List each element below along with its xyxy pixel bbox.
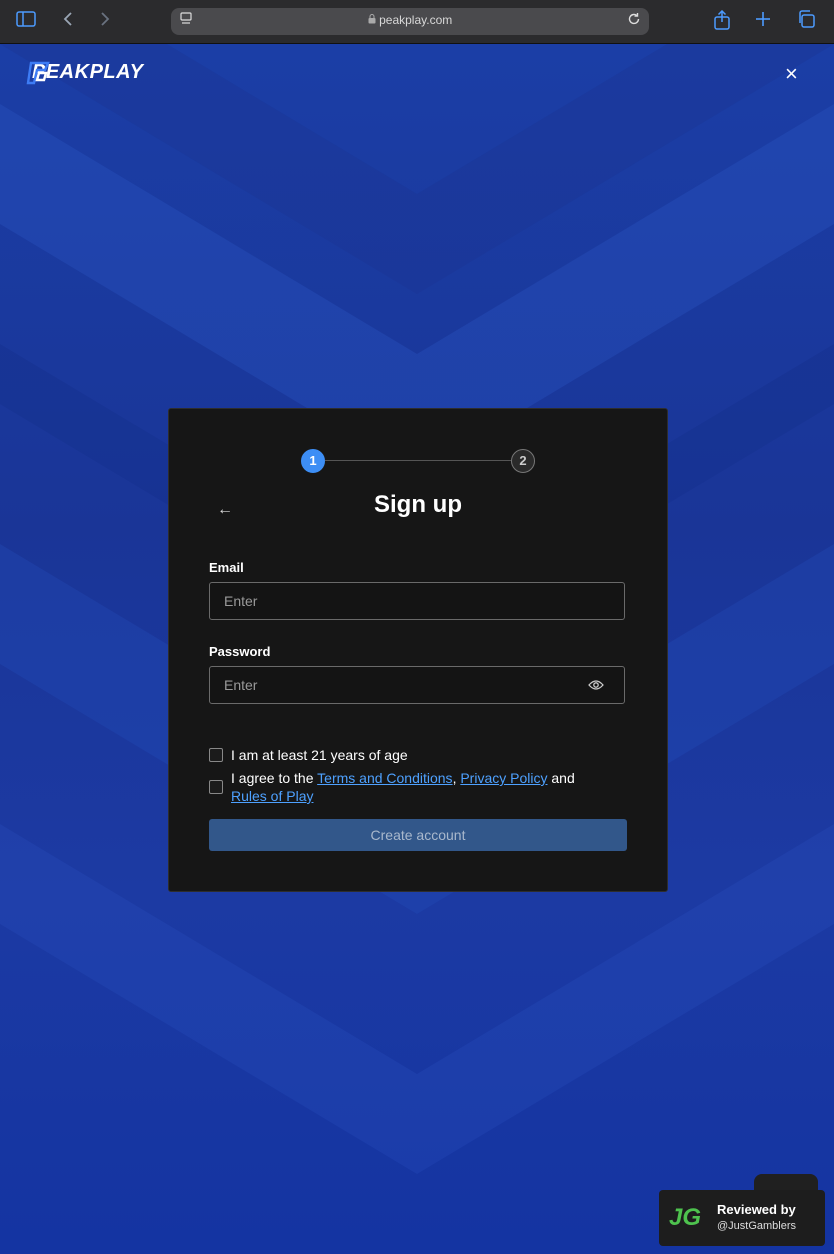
password-field[interactable] [209,666,625,704]
age-check-label: I am at least 21 years of age [231,747,408,763]
agree-label: I agree to the Terms and Conditions, Pri… [231,769,621,805]
badge-line-1: Reviewed by [717,1202,796,1217]
email-field[interactable] [209,582,625,620]
sidebar-icon[interactable] [16,10,36,32]
email-label: Email [209,560,244,575]
browser-toolbar: peakplay.com [0,0,834,44]
create-account-button[interactable]: Create account [209,819,627,851]
peakplay-logo[interactable]: PEAKPLAY [26,61,143,85]
stepper: 1 2 [301,449,535,473]
tabs-icon[interactable] [797,10,815,33]
signup-modal: 1 2 ← Sign up Email Password I am at lea… [168,408,668,892]
password-label: Password [209,644,271,659]
step-1: 1 [301,449,325,473]
terms-link[interactable]: Terms and Conditions [317,770,452,786]
reload-icon[interactable] [627,12,641,29]
share-icon[interactable] [713,9,731,35]
page-title: Sign up [374,491,462,518]
age-checkbox[interactable] [209,748,223,762]
agree-and: and [551,770,575,786]
rules-link[interactable]: Rules of Play [231,788,313,804]
close-button[interactable]: × [785,62,798,86]
address-bar[interactable]: peakplay.com [171,8,649,35]
step-2: 2 [511,449,535,473]
review-badge[interactable]: JG Reviewed by @JustGamblers [659,1190,825,1246]
agree-checkbox[interactable] [209,780,223,794]
justgamblers-logo: JG [669,1204,702,1231]
lock-icon [368,13,379,27]
plus-icon[interactable] [755,10,771,32]
eye-icon[interactable] [588,678,604,694]
stepper-line [325,460,511,461]
privacy-link[interactable]: Privacy Policy [460,770,547,786]
url-text: peakplay.com [171,13,649,27]
chevron-left-icon[interactable] [62,10,74,32]
badge-line-2: @JustGamblers [717,1220,797,1232]
agree-prefix: I agree to the [231,770,314,786]
agree-comma: , [452,770,457,786]
url-label: peakplay.com [379,13,453,27]
chevron-right-icon[interactable] [99,10,111,32]
